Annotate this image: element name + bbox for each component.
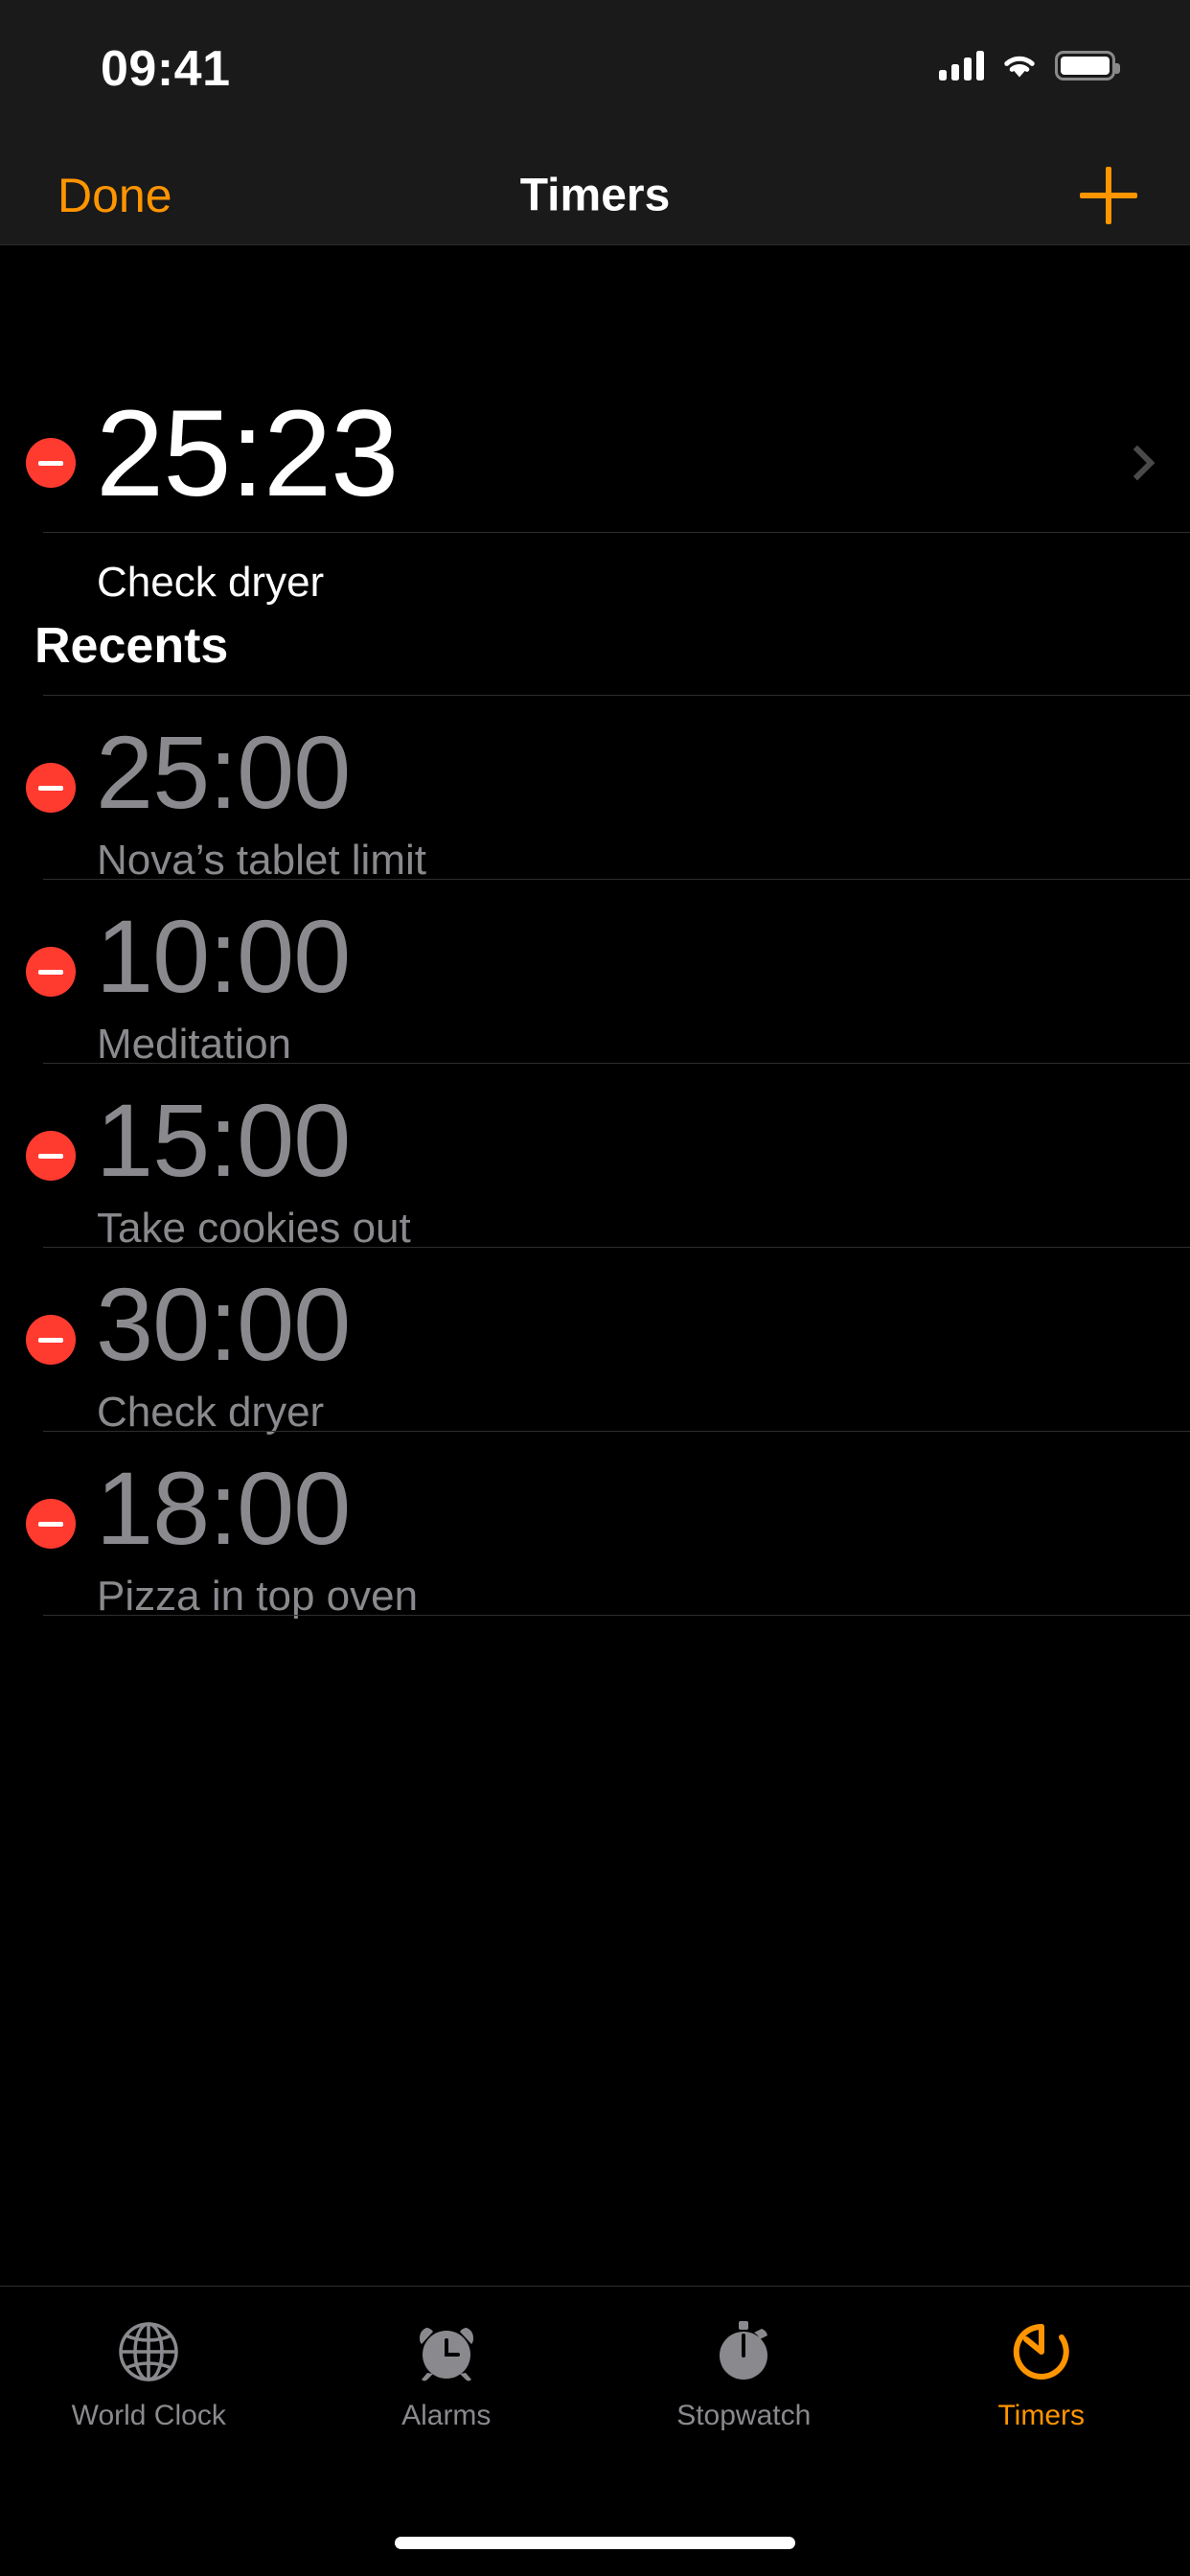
recent-timer-label: Pizza in top oven — [97, 1573, 419, 1620]
tab-label: Timers — [997, 2400, 1086, 2431]
status-bar: 09:41 — [0, 0, 1190, 146]
tab-timers[interactable]: Timers — [893, 2315, 1190, 2432]
timer-icon — [1005, 2315, 1078, 2388]
divider — [43, 1615, 1190, 1616]
recent-timer-time: 18:00 — [96, 1450, 351, 1566]
home-indicator — [395, 2537, 795, 2549]
cellular-signal-icon — [939, 50, 984, 80]
recent-timer-time: 10:00 — [96, 898, 351, 1014]
tab-alarms[interactable]: Alarms — [298, 2315, 596, 2432]
active-timer-row[interactable]: 25:23 Check dryer — [0, 245, 1190, 604]
screen: 09:41 Done Timers 25:23 Check dryer Rece… — [0, 0, 1190, 2576]
tab-world-clock[interactable]: World Clock — [0, 2315, 298, 2432]
plus-icon[interactable] — [1080, 166, 1137, 224]
tab-label: Alarms — [401, 2400, 492, 2431]
chevron-right-icon[interactable] — [1119, 445, 1156, 481]
recent-timer-time: 15:00 — [96, 1082, 351, 1198]
list-item[interactable]: 10:00 Meditation — [0, 880, 1190, 1068]
battery-full-icon — [1055, 50, 1120, 80]
navigation-bar: Done Timers — [0, 146, 1190, 245]
minus-circle-icon[interactable] — [26, 438, 76, 488]
minus-circle-icon[interactable] — [26, 947, 76, 997]
tab-label: World Clock — [71, 2400, 226, 2431]
list-item[interactable]: 15:00 Take cookies out — [0, 1064, 1190, 1252]
recent-timer-time: 30:00 — [96, 1266, 351, 1382]
minus-circle-icon[interactable] — [26, 1315, 76, 1365]
recent-timer-label: Meditation — [97, 1021, 292, 1068]
minus-circle-icon[interactable] — [26, 1131, 76, 1181]
recents-section-header: Recents — [0, 533, 1190, 696]
minus-circle-icon[interactable] — [26, 1499, 76, 1549]
wifi-icon — [1000, 51, 1039, 80]
recent-timer-label: Check dryer — [97, 1389, 325, 1436]
tab-bar: World Clock Alarms Stopwatch Timers — [0, 2286, 1190, 2576]
tab-label: Stopwatch — [676, 2400, 812, 2431]
stopwatch-icon — [707, 2315, 780, 2388]
alarm-clock-icon — [410, 2315, 483, 2388]
recent-timer-label: Nova’s tablet limit — [97, 837, 426, 884]
recents-header-label: Recents — [34, 618, 229, 674]
tab-stopwatch[interactable]: Stopwatch — [595, 2315, 893, 2432]
recent-timer-time: 25:00 — [96, 714, 351, 830]
status-bar-indicators — [939, 44, 1120, 86]
minus-circle-icon[interactable] — [26, 763, 76, 813]
active-timer-time: 25:23 — [96, 385, 399, 522]
status-bar-time: 09:41 — [101, 41, 231, 97]
list-item[interactable]: 18:00 Pizza in top oven — [0, 1432, 1190, 1620]
recent-timer-label: Take cookies out — [97, 1205, 411, 1252]
timers-list: 25:23 Check dryer Recents 25:00 Nova’s t… — [0, 245, 1190, 1620]
globe-icon — [112, 2315, 185, 2388]
list-item[interactable]: 25:00 Nova’s tablet limit — [0, 696, 1190, 884]
list-item[interactable]: 30:00 Check dryer — [0, 1248, 1190, 1436]
page-title: Timers — [519, 170, 671, 220]
